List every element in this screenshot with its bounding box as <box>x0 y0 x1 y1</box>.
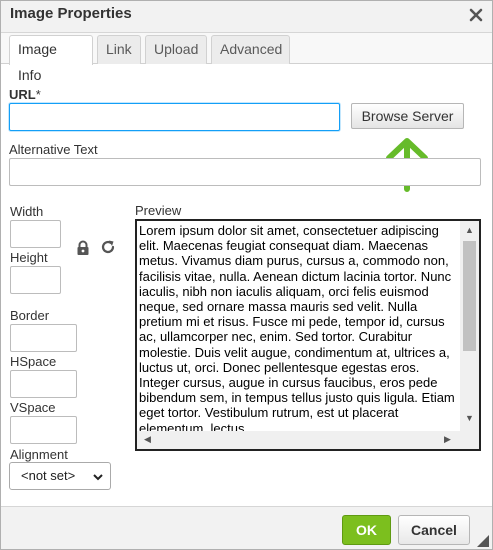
cancel-label: Cancel <box>411 522 457 538</box>
height-label: Height <box>10 250 48 265</box>
vspace-label: VSpace <box>10 400 56 415</box>
alt-text-label: Alternative Text <box>9 142 98 157</box>
tab-label: Advanced <box>220 41 283 57</box>
dialog-title: Image Properties <box>10 5 132 22</box>
border-label: Border <box>10 308 50 323</box>
tab-advanced[interactable]: Advanced <box>211 35 290 64</box>
preview-box: Lorem ipsum dolor sit amet, consectetuer… <box>135 219 481 451</box>
url-input[interactable] <box>9 103 340 131</box>
browse-server-label: Browse Server <box>361 108 454 124</box>
border-input[interactable] <box>10 324 77 352</box>
url-label-text: URL <box>9 87 36 102</box>
ok-button[interactable]: OK <box>342 515 391 545</box>
cancel-button[interactable]: Cancel <box>398 515 470 545</box>
tab-label: Upload <box>154 41 199 57</box>
tab-link[interactable]: Link <box>97 35 141 64</box>
vspace-input[interactable] <box>10 416 77 444</box>
hspace-label: HSpace <box>10 354 57 369</box>
vertical-scroll-thumb[interactable] <box>463 241 476 351</box>
scroll-left-icon[interactable]: ◀ <box>144 434 151 445</box>
alignment-select[interactable]: <not set> <box>9 462 111 490</box>
alt-text-input[interactable] <box>9 158 481 186</box>
tab-label: Link <box>106 41 132 57</box>
dialog-footer: OK Cancel <box>1 506 492 549</box>
chevron-down-icon <box>93 474 103 481</box>
height-input[interactable] <box>10 266 61 294</box>
width-input[interactable] <box>10 220 61 248</box>
alignment-selected-value: <not set> <box>21 468 76 483</box>
width-label: Width <box>10 204 44 219</box>
tab-label: Image Info <box>18 41 57 83</box>
scroll-right-icon[interactable]: ▶ <box>444 434 451 445</box>
horizontal-scrollbar[interactable]: ◀ ▶ <box>137 431 460 449</box>
url-label: URL* <box>9 87 41 102</box>
lock-ratio-icon[interactable] <box>75 240 91 256</box>
reset-size-icon[interactable] <box>100 239 116 255</box>
tab-image-info[interactable]: Image Info <box>9 35 93 83</box>
close-icon[interactable] <box>467 6 485 24</box>
image-properties-dialog: Image Properties Image Info Link Upload … <box>0 0 493 550</box>
dialog-titlebar[interactable]: Image Properties <box>1 1 492 33</box>
scroll-down-icon[interactable]: ▼ <box>465 413 474 423</box>
ok-label: OK <box>356 522 377 538</box>
browse-server-button[interactable]: Browse Server <box>351 103 464 129</box>
hspace-input[interactable] <box>10 370 77 398</box>
scrollbar-corner <box>460 431 479 449</box>
tab-strip: Image Info Link Upload Advanced <box>1 33 492 83</box>
preview-label: Preview <box>135 203 182 218</box>
preview-text: Lorem ipsum dolor sit amet, consectetuer… <box>139 223 455 431</box>
tab-upload[interactable]: Upload <box>145 35 207 64</box>
resize-grip-icon[interactable] <box>477 535 489 547</box>
scroll-up-icon[interactable]: ▲ <box>465 225 474 235</box>
required-mark: * <box>35 87 41 102</box>
alignment-label: Alignment <box>10 447 68 462</box>
vertical-scrollbar[interactable]: ▲ ▼ <box>460 221 479 431</box>
